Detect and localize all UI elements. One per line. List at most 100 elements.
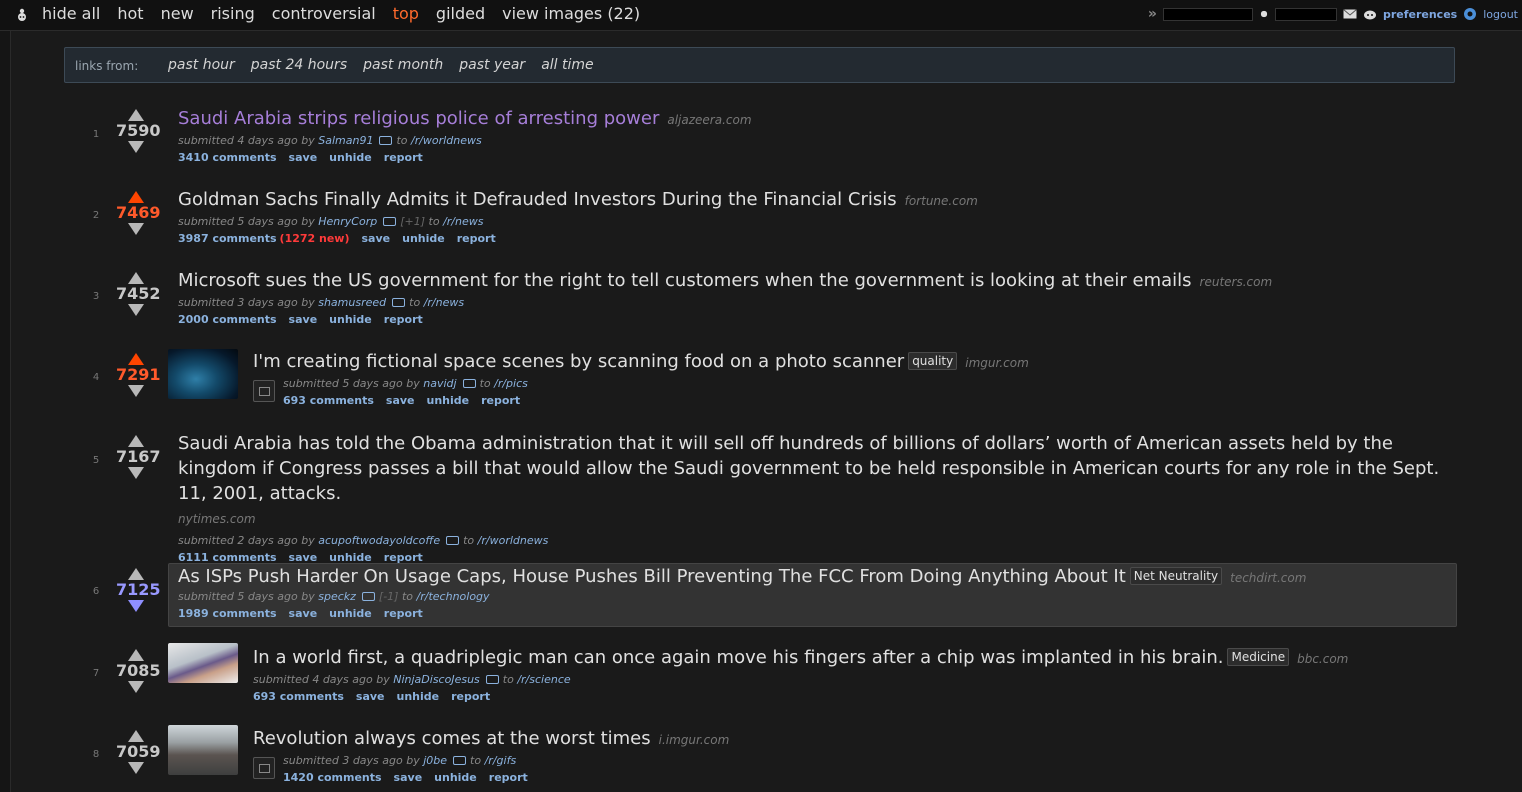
comments-link[interactable]: 3410 comments (178, 151, 277, 164)
unhide-button[interactable]: unhide (397, 690, 440, 703)
modmail-icon[interactable] (1363, 8, 1377, 20)
comments-link[interactable]: 2000 comments (178, 313, 277, 326)
post-author[interactable]: navidj (423, 377, 456, 390)
gear-icon[interactable] (1463, 7, 1477, 21)
tab-controversial[interactable]: controversial (272, 4, 376, 23)
downvote-arrow-icon[interactable] (128, 223, 144, 235)
tab-hot[interactable]: hot (117, 4, 143, 23)
post-title[interactable]: In a world first, a quadriplegic man can… (253, 647, 1223, 668)
downvote-arrow-icon[interactable] (128, 141, 144, 153)
report-button[interactable]: report (384, 151, 423, 164)
post-title[interactable]: Saudi Arabia has told the Obama administ… (178, 433, 1439, 504)
tag-icon[interactable] (453, 756, 467, 765)
unhide-button[interactable]: unhide (329, 313, 372, 326)
mail-icon[interactable] (1343, 9, 1357, 19)
tab-gilded[interactable]: gilded (436, 4, 485, 23)
downvote-arrow-icon[interactable] (128, 762, 144, 774)
post-thumbnail[interactable] (168, 725, 238, 775)
save-button[interactable]: save (289, 151, 318, 164)
tab-top[interactable]: top (393, 4, 419, 23)
report-button[interactable]: report (384, 551, 423, 564)
report-button[interactable]: report (384, 313, 423, 326)
post-subreddit[interactable]: /r/worldnews (478, 534, 549, 547)
tab-new[interactable]: new (161, 4, 194, 23)
post-domain[interactable]: aljazeera.com (667, 113, 751, 127)
unhide-button[interactable]: unhide (329, 151, 372, 164)
unhide-button[interactable]: unhide (427, 394, 470, 407)
comments-link[interactable]: 693 comments (283, 394, 374, 407)
post-author[interactable]: j0be (423, 754, 447, 767)
post-domain[interactable]: techdirt.com (1230, 571, 1306, 585)
post-title[interactable]: Goldman Sachs Finally Admits it Defraude… (178, 189, 897, 210)
expando-image-icon[interactable] (253, 380, 275, 402)
save-button[interactable]: save (362, 232, 391, 245)
unhide-button[interactable]: unhide (329, 607, 372, 620)
reddit-logo-icon[interactable] (16, 7, 28, 23)
post-author[interactable]: HenryCorp (318, 215, 377, 228)
expando-image-icon[interactable] (253, 757, 275, 779)
post-author[interactable]: Salman91 (318, 134, 373, 147)
report-button[interactable]: report (457, 232, 496, 245)
post-title[interactable]: Revolution always comes at the worst tim… (253, 728, 651, 749)
unhide-button[interactable]: unhide (434, 771, 477, 784)
post-author[interactable]: acupoftwodayoldcoffe (318, 534, 440, 547)
report-button[interactable]: report (489, 771, 528, 784)
post-subreddit[interactable]: /r/pics (494, 377, 528, 390)
tab-rising[interactable]: rising (211, 4, 255, 23)
post-title[interactable]: Microsoft sues the US government for the… (178, 270, 1192, 291)
downvote-arrow-icon[interactable] (128, 600, 144, 612)
unhide-button[interactable]: unhide (329, 551, 372, 564)
post-subreddit[interactable]: /r/worldnews (411, 134, 482, 147)
post-author[interactable]: NinjaDiscoJesus (393, 673, 480, 686)
preferences-link[interactable]: preferences (1383, 8, 1457, 21)
post-title[interactable]: As ISPs Push Harder On Usage Caps, House… (178, 566, 1126, 587)
comments-link[interactable]: 6111 comments (178, 551, 277, 564)
time-past-year[interactable]: past year (459, 57, 525, 73)
logout-link[interactable]: logout (1483, 8, 1518, 21)
post-author[interactable]: shamusreed (318, 296, 386, 309)
comments-link[interactable]: 3987 comments (178, 232, 277, 245)
tag-icon[interactable] (379, 136, 393, 145)
tab-view-images[interactable]: view images (22) (502, 4, 640, 23)
report-button[interactable]: report (481, 394, 520, 407)
save-button[interactable]: save (394, 771, 423, 784)
post-title[interactable]: Saudi Arabia strips religious police of … (178, 108, 659, 129)
tag-icon[interactable] (446, 536, 460, 545)
post-domain[interactable]: imgur.com (965, 356, 1029, 370)
post-domain[interactable]: i.imgur.com (659, 733, 730, 747)
post-subreddit[interactable]: /r/news (424, 296, 464, 309)
comments-link[interactable]: 1420 comments (283, 771, 382, 784)
report-button[interactable]: report (451, 690, 490, 703)
downvote-arrow-icon[interactable] (128, 385, 144, 397)
save-button[interactable]: save (386, 394, 415, 407)
save-button[interactable]: save (356, 690, 385, 703)
post-author[interactable]: speckz (318, 590, 356, 603)
tag-icon[interactable] (383, 217, 397, 226)
tab-hide-all[interactable]: hide all (42, 4, 100, 23)
username-redacted[interactable] (1162, 7, 1253, 21)
save-button[interactable]: save (289, 551, 318, 564)
tag-icon[interactable] (361, 592, 375, 601)
post-thumbnail[interactable] (168, 349, 238, 399)
post-domain[interactable]: reuters.com (1200, 275, 1273, 289)
time-past-24-hours[interactable]: past 24 hours (251, 57, 347, 73)
time-all-time[interactable]: all time (541, 57, 593, 73)
comments-link[interactable]: 693 comments (253, 690, 344, 703)
post-subreddit[interactable]: /r/gifs (485, 754, 517, 767)
unhide-button[interactable]: unhide (402, 232, 445, 245)
tag-icon[interactable] (392, 298, 406, 307)
save-button[interactable]: save (289, 607, 318, 620)
downvote-arrow-icon[interactable] (128, 681, 144, 693)
time-past-month[interactable]: past month (363, 57, 443, 73)
post-subreddit[interactable]: /r/technology (417, 590, 490, 603)
expand-chevron-icon[interactable]: » (1148, 6, 1157, 22)
downvote-arrow-icon[interactable] (128, 467, 144, 479)
downvote-arrow-icon[interactable] (128, 304, 144, 316)
report-button[interactable]: report (384, 607, 423, 620)
post-domain[interactable]: fortune.com (905, 194, 978, 208)
post-subreddit[interactable]: /r/science (517, 673, 570, 686)
tag-icon[interactable] (485, 675, 499, 684)
post-domain[interactable]: bbc.com (1297, 652, 1348, 666)
post-thumbnail[interactable] (168, 643, 238, 683)
post-subreddit[interactable]: /r/news (443, 215, 483, 228)
